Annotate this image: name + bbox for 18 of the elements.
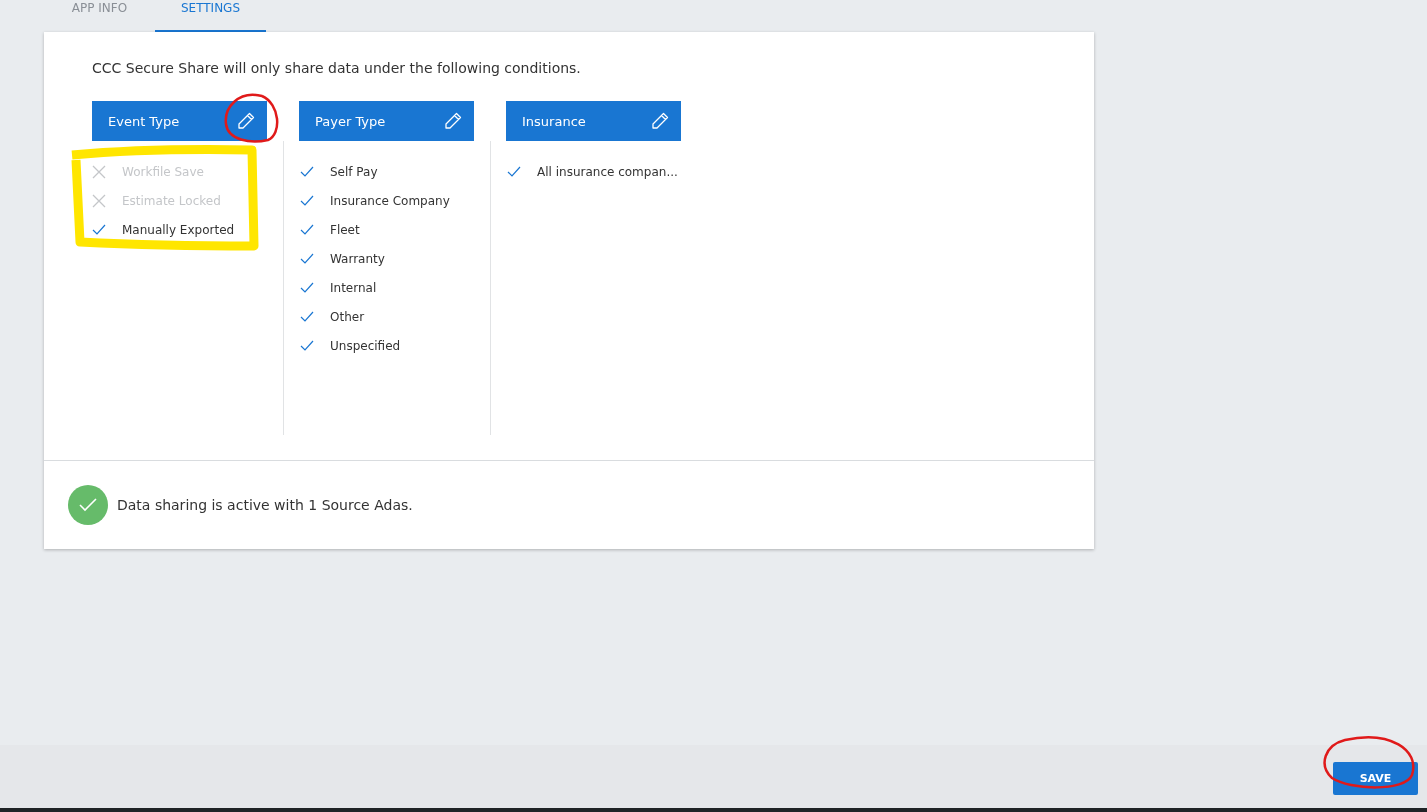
column-title: Event Type <box>108 113 180 129</box>
status-text: Data sharing is active with 1 Source Adas. <box>117 497 413 513</box>
save-button[interactable]: SAVE <box>1333 762 1418 795</box>
condition-label: Self Pay <box>330 164 378 179</box>
column-title: Insurance <box>522 113 586 129</box>
condition-label: All insurance compan... <box>537 164 678 179</box>
condition-label: Unspecified <box>330 338 401 353</box>
condition-label: Internal <box>330 280 377 295</box>
condition-label: Other <box>330 309 365 324</box>
condition-label: Warranty <box>330 251 385 266</box>
condition-label: Workfile Save <box>122 164 204 179</box>
condition-label: Estimate Locked <box>122 193 221 208</box>
intro-text: CCC Secure Share will only share data under the following conditions. <box>92 59 582 78</box>
tab[interactable]: APP INFO <box>44 0 155 32</box>
condition-label: Fleet <box>330 222 360 237</box>
condition-label: Insurance Company <box>330 193 450 208</box>
column-title: Payer Type <box>315 113 386 129</box>
condition-label: Manually Exported <box>122 222 235 237</box>
